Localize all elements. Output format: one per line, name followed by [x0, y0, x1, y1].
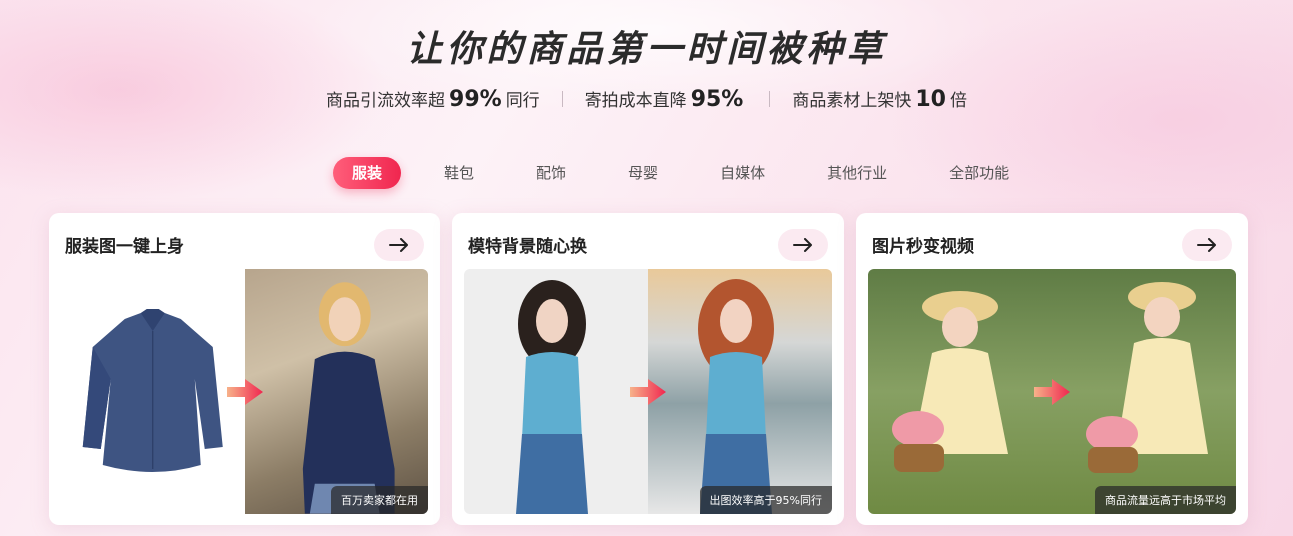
transform-arrow-icon [630, 378, 666, 405]
divider [769, 91, 771, 107]
card-title: 服装图一键上身 [65, 237, 184, 257]
shirt-image [82, 309, 223, 472]
card-title: 图片秒变视频 [872, 237, 974, 257]
card-badge: 出图效率高于95%同行 [699, 486, 832, 514]
card-title: 模特背景随心换 [468, 237, 587, 257]
arrow-right-icon [793, 238, 812, 252]
arrow-right-icon [1197, 238, 1216, 252]
feature-card-try-on[interactable]: 服装图一键上身 百万卖家都在用 [49, 213, 440, 525]
stat-prefix: 商品素材上架快 [792, 91, 912, 111]
stat-value: 10 [915, 87, 946, 112]
transform-arrow-icon [226, 378, 263, 405]
card-media: 出图效率高于95%同行 [464, 269, 832, 514]
before-image [464, 269, 648, 514]
stat-suffix: 倍 [949, 91, 967, 111]
arrow-right-icon [389, 238, 408, 252]
stat-cost: 寄拍成本直降 95% [585, 86, 748, 112]
tab-accessories[interactable]: 配饰 [517, 157, 585, 189]
hero-title: 让你的商品第一时间被种草 [406, 29, 887, 70]
before-image [61, 269, 245, 514]
after-image: 出图效率高于95%同行 [648, 269, 832, 514]
stat-value: 99% [449, 87, 502, 112]
card-badge: 百万卖家都在用 [331, 486, 428, 514]
category-tabs: 服装 鞋包 配饰 母婴 自媒体 其他行业 全部功能 [333, 157, 1052, 189]
after-image: 百万卖家都在用 [244, 269, 428, 514]
child-image [1086, 282, 1208, 473]
tab-clothing[interactable]: 服装 [333, 157, 402, 189]
before-image [868, 269, 1052, 514]
stat-prefix: 商品引流效率超 [326, 91, 446, 111]
card-badge: 商品流量远高于市场平均 [1095, 486, 1236, 514]
tab-all-features[interactable]: 全部功能 [930, 157, 1028, 189]
model-image [698, 279, 774, 514]
card-arrow-button[interactable] [1182, 229, 1232, 261]
transform-arrow-icon [1034, 378, 1070, 405]
card-arrow-button[interactable] [778, 229, 828, 261]
model-image [302, 282, 395, 514]
after-image: 商品流量远高于市场平均 [1052, 269, 1236, 514]
feature-card-video[interactable]: 图片秒变视频 商品流量远高于市场平均 [856, 213, 1248, 525]
tab-shoes-bags[interactable]: 鞋包 [425, 157, 493, 189]
stat-traffic: 商品引流效率超 99% 同行 [326, 86, 540, 112]
feature-card-background[interactable]: 模特背景随心换 出图效率高于95%同行 [452, 213, 844, 525]
stat-speed: 商品素材上架快 10 倍 [792, 86, 967, 112]
model-image [516, 280, 588, 514]
card-arrow-button[interactable] [374, 229, 424, 261]
card-media: 百万卖家都在用 [61, 269, 428, 514]
stat-suffix: 同行 [505, 91, 540, 111]
stat-value: 95% [690, 87, 744, 112]
tab-self-media[interactable]: 自媒体 [701, 157, 784, 189]
stat-prefix: 寄拍成本直降 [584, 91, 687, 111]
stats-row: 商品引流效率超 99% 同行 寄拍成本直降 95% 商品素材上架快 10 倍 [0, 86, 1293, 112]
divider [561, 91, 563, 107]
child-image [892, 291, 1008, 472]
tab-other-industries[interactable]: 其他行业 [808, 157, 906, 189]
card-media: 商品流量远高于市场平均 [868, 269, 1236, 514]
tab-mother-baby[interactable]: 母婴 [609, 157, 677, 189]
